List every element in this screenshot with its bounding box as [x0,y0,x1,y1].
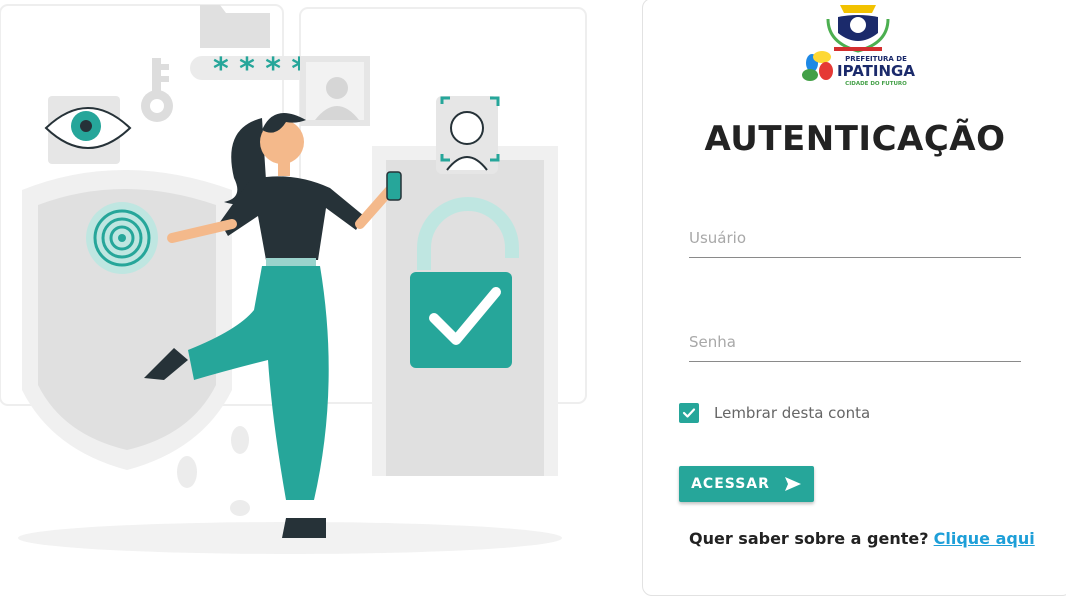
about-line: Quer saber sobre a gente? Clique aqui [689,529,1035,548]
city-logo: PREFEITURA DE IPATINGA CIDADE DO FUTURO [802,5,915,87]
password-input[interactable] [689,325,1021,362]
svg-text:* * * *: * * * * [213,52,307,87]
checkmark-icon [682,408,696,418]
crest-icon [826,5,890,53]
about-question: Quer saber sobre a gente? [689,529,929,548]
security-illustration: * * * * [0,4,587,554]
send-icon [784,477,801,491]
password-field-wrapper [689,325,1021,362]
page-title: AUTENTICAÇÃO [704,119,1006,159]
svg-text:IPATINGA: IPATINGA [837,62,915,80]
username-input[interactable] [689,221,1021,258]
fingerprint-icon [86,202,158,274]
remember-checkbox[interactable] [679,403,699,423]
submit-label: ACESSAR [691,476,770,492]
login-panel: PREFEITURA DE IPATINGA CIDADE DO FUTURO … [642,0,1066,596]
svg-text:CIDADE DO FUTURO: CIDADE DO FUTURO [845,81,907,87]
face-scan-icon [436,96,500,174]
flower-icon [802,51,833,81]
remember-label: Lembrar desta conta [714,404,871,422]
about-link[interactable]: Clique aqui [934,529,1035,548]
photo-icon [300,56,370,126]
submit-button[interactable]: ACESSAR [679,466,814,502]
eye-scan-icon [44,96,132,164]
remember-account: Lembrar desta conta [679,403,870,423]
username-field-wrapper [689,221,1021,258]
